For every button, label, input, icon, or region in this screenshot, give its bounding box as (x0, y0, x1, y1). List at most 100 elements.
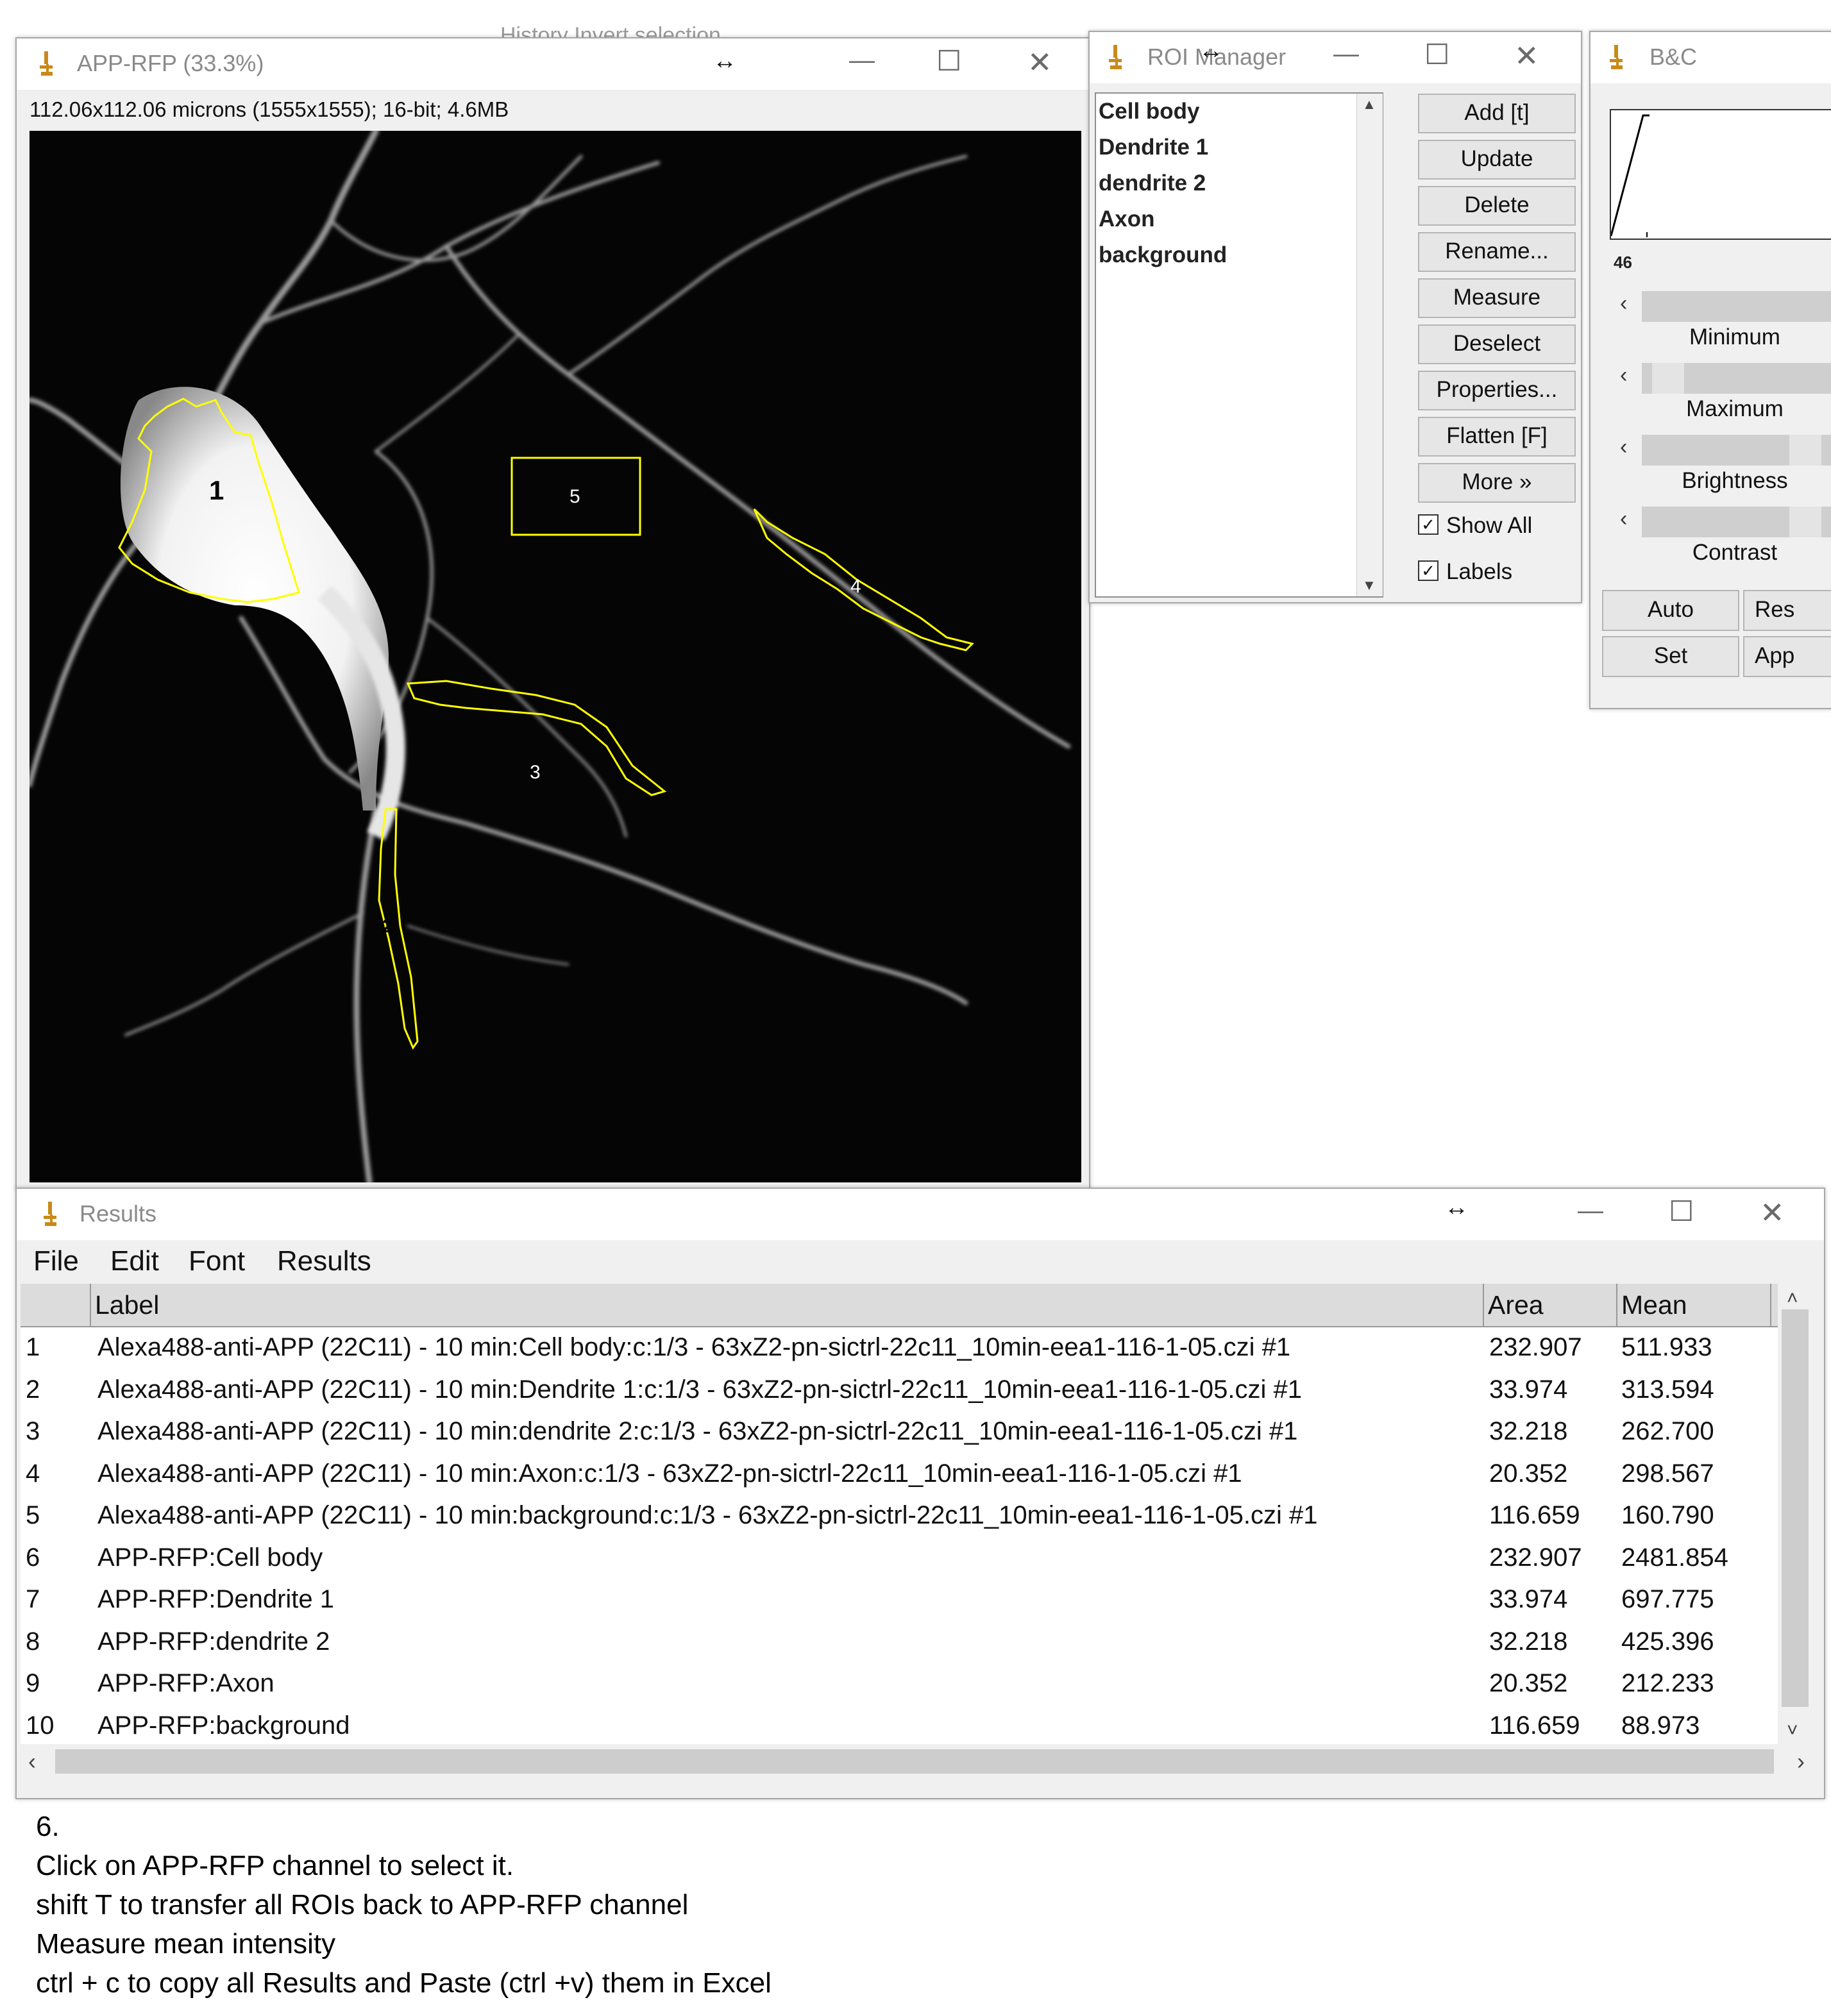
chevron-left-icon[interactable]: ‹ (1620, 291, 1627, 316)
slider-thumb[interactable] (1789, 507, 1821, 537)
histogram-line (1610, 114, 1650, 237)
table-row[interactable]: 10 APP-RFP:background 116.659 88.973 (21, 1704, 1778, 1747)
table-row[interactable]: 5 Alexa488-anti-APP (22C11) - 10 min:back… (21, 1494, 1778, 1536)
results-horizontal-scrollbar[interactable]: ‹ › (21, 1744, 1812, 1779)
close-button[interactable]: ✕ (1760, 1198, 1785, 1227)
chevron-left-icon[interactable]: ‹ (1620, 507, 1627, 532)
chevron-left-icon[interactable]: ‹ (1620, 363, 1627, 388)
contrast-slider[interactable] (1642, 507, 1831, 537)
roi-label-2: 2 (382, 916, 393, 937)
scroll-up-icon[interactable]: ▲ (1362, 96, 1376, 113)
column-header-index[interactable] (21, 1284, 91, 1326)
measure-button[interactable]: Measure (1418, 278, 1576, 318)
flatten-button[interactable]: Flatten [F] (1418, 417, 1576, 457)
table-row[interactable]: 4 Alexa488-anti-APP (22C11) - 10 min:Axon… (21, 1452, 1778, 1495)
minimize-button[interactable]: — (1578, 1198, 1603, 1223)
roi-list-scrollbar[interactable]: ▲ ▼ (1356, 94, 1383, 596)
brightness-slider[interactable] (1642, 435, 1831, 466)
menu-edit[interactable]: Edit (110, 1245, 159, 1277)
scroll-thumb[interactable] (1782, 1309, 1809, 1707)
roi-list-item[interactable]: Dendrite 1 (1099, 135, 1208, 160)
image-window[interactable]: APP-RFP (33.3%) ↔ — ☐ ✕ 112.06x112.06 mi… (15, 37, 1090, 1189)
update-button[interactable]: Update (1418, 140, 1576, 180)
row-mean: 212.233 (1621, 1669, 1714, 1697)
chevron-left-icon[interactable]: ‹ (28, 1748, 36, 1775)
menu-font[interactable]: Font (189, 1245, 245, 1277)
results-header: Label Area Mean (21, 1284, 1778, 1327)
row-area: 20.352 (1489, 1669, 1568, 1697)
column-header-area[interactable]: Area (1484, 1284, 1617, 1326)
table-row[interactable]: 9 APP-RFP:Axon 20.352 212.233 (21, 1662, 1778, 1704)
maximize-button[interactable]: ☐ (1424, 41, 1449, 69)
roi-axon[interactable] (753, 508, 974, 651)
column-header-label[interactable]: Label (91, 1284, 1484, 1326)
delete-button[interactable]: Delete (1418, 186, 1576, 226)
table-row[interactable]: 1 Alexa488-anti-APP (22C11) - 10 min:Cell… (21, 1326, 1778, 1368)
bc-titlebar[interactable]: B&C (1591, 32, 1831, 83)
properties-button[interactable]: Properties... (1418, 371, 1576, 410)
maximize-button[interactable]: ☐ (1669, 1198, 1694, 1226)
chevron-left-icon[interactable]: ‹ (1620, 435, 1627, 460)
show-all-checkbox[interactable]: ✓ Show All (1418, 513, 1532, 539)
results-table[interactable]: Label Area Mean 1 Alexa488-anti-APP (22C1… (21, 1284, 1778, 1744)
reset-button[interactable]: Res (1743, 590, 1831, 631)
row-index: 6 (26, 1543, 40, 1572)
row-area: 232.907 (1489, 1543, 1582, 1572)
chevron-right-icon[interactable]: › (1797, 1748, 1805, 1775)
roi-list-item[interactable]: Cell body (1099, 99, 1200, 124)
slider-thumb[interactable] (1652, 363, 1684, 394)
minimum-slider[interactable] (1642, 291, 1831, 322)
apply-button[interactable]: App (1743, 636, 1831, 677)
slider-thumb[interactable] (1789, 435, 1821, 466)
close-button[interactable]: ✕ (1027, 47, 1052, 77)
row-mean: 313.594 (1621, 1375, 1714, 1404)
image-canvas[interactable]: 1 2 3 4 5 (27, 128, 1081, 1186)
results-vertical-scrollbar[interactable]: ˄ ˅ (1778, 1284, 1812, 1744)
roi-manager-window[interactable]: ROI Manager ↔ — ☐ ✕ Cell body Dendrite 1… (1088, 31, 1582, 603)
minimize-button[interactable]: — (1333, 41, 1359, 67)
roi-manager-titlebar[interactable]: ROI Manager ↔ — ☐ ✕ (1090, 32, 1581, 83)
auto-button[interactable]: Auto (1602, 590, 1739, 631)
minimize-button[interactable]: — (849, 47, 875, 73)
row-index: 2 (26, 1375, 40, 1404)
maximum-slider[interactable] (1642, 363, 1831, 394)
rename-button[interactable]: Rename... (1418, 232, 1576, 272)
row-index: 9 (26, 1669, 40, 1697)
table-row[interactable]: 7 APP-RFP:Dendrite 1 33.974 697.775 (21, 1578, 1778, 1620)
chevron-up-icon[interactable]: ˄ (1787, 1288, 1798, 1309)
set-button[interactable]: Set (1602, 636, 1739, 677)
instruction-line: ctrl + c to copy all Results and Paste (… (36, 1967, 772, 1999)
table-row[interactable]: 2 Alexa488-anti-APP (22C11) - 10 min:Dend… (21, 1368, 1778, 1411)
roi-list-item[interactable]: Axon (1099, 206, 1155, 232)
add-button[interactable]: Add [t] (1418, 94, 1576, 133)
close-button[interactable]: ✕ (1514, 41, 1539, 71)
row-area: 32.218 (1489, 1627, 1568, 1656)
menu-file[interactable]: File (33, 1245, 79, 1277)
brightness-contrast-window[interactable]: B&C 46 ‹ Minimum ‹ Maximum ‹ Brightness … (1589, 31, 1831, 709)
roi-list[interactable]: Cell body Dendrite 1 dendrite 2 Axon bac… (1095, 92, 1383, 598)
row-mean: 511.933 (1621, 1333, 1712, 1361)
scroll-down-icon[interactable]: ▼ (1362, 577, 1376, 594)
chevron-down-icon[interactable]: ˅ (1787, 1720, 1798, 1742)
table-row[interactable]: 8 APP-RFP:dendrite 2 32.218 425.396 (21, 1620, 1778, 1663)
results-window[interactable]: Results ↔ — ☐ ✕ File Edit Font Results L… (15, 1188, 1825, 1799)
minimum-label: Minimum (1689, 324, 1780, 349)
brightness-label: Brightness (1682, 468, 1788, 493)
row-label: APP-RFP:Cell body (97, 1543, 323, 1572)
scroll-thumb[interactable] (55, 1749, 1774, 1774)
roi-list-item[interactable]: background (1099, 242, 1227, 268)
more-button[interactable]: More » (1418, 463, 1576, 503)
table-row[interactable]: 3 Alexa488-anti-APP (22C11) - 10 min:dend… (21, 1410, 1778, 1452)
row-area: 33.974 (1489, 1375, 1568, 1404)
labels-checkbox[interactable]: ✓ Labels (1418, 559, 1512, 585)
results-titlebar[interactable]: Results ↔ — ☐ ✕ (17, 1189, 1824, 1240)
menu-results[interactable]: Results (277, 1245, 371, 1277)
column-header-mean[interactable]: Mean (1617, 1284, 1771, 1326)
maximize-button[interactable]: ☐ (936, 47, 961, 76)
image-window-titlebar[interactable]: APP-RFP (33.3%) ↔ — ☐ ✕ (17, 38, 1089, 90)
table-row[interactable]: 6 APP-RFP:Cell body 232.907 2481.854 (21, 1536, 1778, 1579)
deselect-button[interactable]: Deselect (1418, 324, 1576, 364)
roi-list-item[interactable]: dendrite 2 (1099, 171, 1206, 196)
image-window-title: APP-RFP (33.3%) (77, 50, 264, 76)
row-mean: 425.396 (1621, 1627, 1714, 1656)
